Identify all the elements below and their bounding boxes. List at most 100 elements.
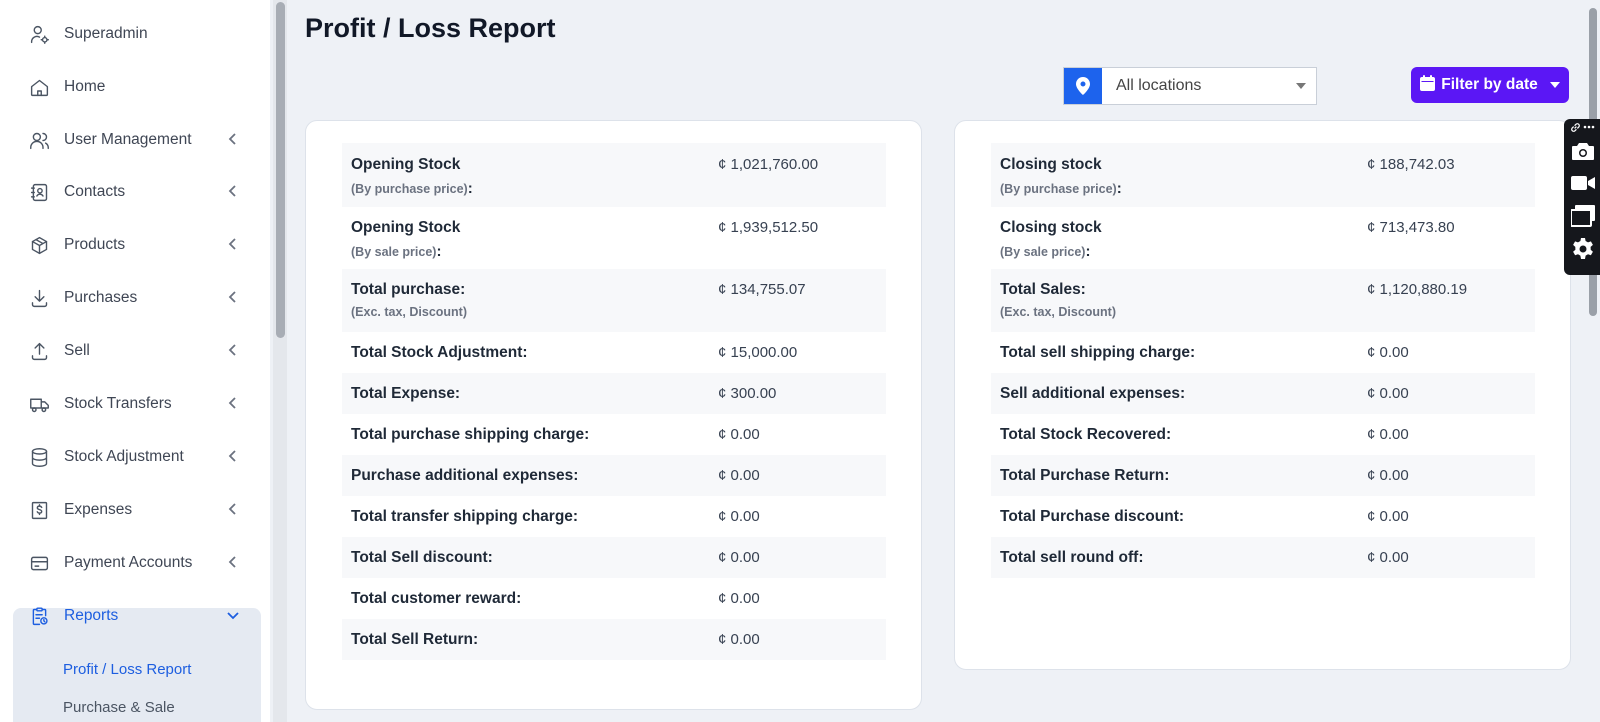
floating-toolbar: [1564, 119, 1600, 275]
link-icon[interactable]: [1568, 121, 1582, 133]
row-label: Total purchase shipping charge:: [351, 426, 590, 443]
sidebar-item-label: Purchases: [64, 289, 138, 306]
home-icon: [28, 76, 50, 98]
row-value: ¢ 0.00: [718, 426, 760, 443]
row-value: ¢ 0.00: [1367, 549, 1409, 566]
users-icon: [28, 129, 50, 151]
table-row: Total Expense: ¢ 300.00: [342, 373, 886, 414]
sidebar-item-expenses[interactable]: Expenses: [14, 490, 260, 530]
table-row: Total Sell discount: ¢ 0.00: [342, 537, 886, 578]
row-value: ¢ 0.00: [718, 590, 760, 607]
chevron-down-icon: [226, 608, 240, 622]
row-value: ¢ 300.00: [718, 385, 777, 402]
sidebar-item-label: Products: [64, 236, 126, 253]
sidebar-scrollbar-thumb[interactable]: [276, 2, 285, 338]
table-row: Total transfer shipping charge: ¢ 0.00: [342, 496, 886, 537]
windows-icon[interactable]: [1571, 204, 1595, 228]
gear-icon[interactable]: [1571, 237, 1595, 261]
row-sublabel: (Exc. tax, Discount): [351, 305, 467, 319]
chevron-left-icon: [226, 502, 240, 516]
chevron-left-icon: [226, 132, 240, 146]
table-row: Total purchase: (Exc. tax, Discount) ¢ 1…: [342, 269, 886, 332]
row-sublabel: (By purchase price):: [1000, 180, 1122, 197]
page-title: Profit / Loss Report: [305, 13, 556, 43]
credit-card-icon: [28, 552, 50, 574]
clipboard-report-icon: [28, 605, 50, 627]
filter-by-date-label: Filter by date: [1441, 76, 1538, 93]
table-row: Opening Stock (By sale price): ¢ 1,939,5…: [342, 207, 886, 269]
sidebar-item-products[interactable]: Products: [14, 225, 260, 265]
sidebar-item-label: Home: [64, 78, 106, 95]
chevron-left-icon: [226, 237, 240, 251]
row-value: ¢ 1,120,880.19: [1367, 281, 1468, 298]
sidebar-item-contacts[interactable]: Contacts: [14, 172, 260, 212]
sidebar-item-purchases[interactable]: Purchases: [14, 278, 260, 318]
sidebar-item-home[interactable]: Home: [14, 67, 260, 107]
map-pin-icon: [1064, 68, 1102, 104]
sidebar-subitem-profit-loss[interactable]: Profit / Loss Report: [63, 661, 191, 678]
chevron-left-icon: [226, 555, 240, 569]
row-value: ¢ 0.00: [1367, 508, 1409, 525]
table-row: Total purchase shipping charge: ¢ 0.00: [342, 414, 886, 455]
table-row: Purchase additional expenses: ¢ 0.00: [342, 455, 886, 496]
sidebar-item-user-management[interactable]: User Management: [14, 120, 260, 160]
box-icon: [28, 234, 50, 256]
sidebar-item-reports[interactable]: Reports: [14, 596, 260, 636]
sidebar-item-label: Superadmin: [64, 25, 148, 42]
row-label: Purchase additional expenses:: [351, 467, 579, 484]
sidebar-item-stock-adjustment[interactable]: Stock Adjustment: [14, 437, 260, 477]
video-icon[interactable]: [1571, 171, 1595, 195]
row-sublabel: (By sale price):: [1000, 243, 1091, 260]
row-label: Total Sell Return:: [351, 631, 479, 648]
row-label: Total Sell discount:: [351, 549, 493, 566]
chevron-left-icon: [226, 184, 240, 198]
more-icon[interactable]: [1582, 121, 1596, 133]
sidebar-subitem-purchase-sale[interactable]: Purchase & Sale: [63, 699, 175, 716]
location-select[interactable]: All locations: [1063, 67, 1317, 105]
table-row: Total sell shipping charge: ¢ 0.00: [991, 332, 1535, 373]
row-value: ¢ 0.00: [718, 508, 760, 525]
row-value: ¢ 1,021,760.00: [718, 156, 819, 173]
sidebar-item-payment-accounts[interactable]: Payment Accounts: [14, 543, 260, 583]
sidebar-item-label: Stock Adjustment: [64, 448, 184, 465]
row-label: Total Purchase discount:: [1000, 508, 1185, 525]
sidebar-item-superadmin[interactable]: Superadmin: [14, 14, 260, 54]
table-row: Total customer reward: ¢ 0.00: [342, 578, 886, 619]
table-row: Total Stock Adjustment: ¢ 15,000.00: [342, 332, 886, 373]
table-row: Closing stock (By sale price): ¢ 713,473…: [991, 207, 1535, 269]
sidebar-item-sell[interactable]: Sell: [14, 331, 260, 371]
row-sublabel: (By sale price):: [351, 243, 442, 260]
sidebar-item-stock-transfers[interactable]: Stock Transfers: [14, 384, 260, 424]
truck-icon: [28, 393, 50, 415]
chevron-left-icon: [226, 290, 240, 304]
table-row: Total Purchase Return: ¢ 0.00: [991, 455, 1535, 496]
filter-by-date-button[interactable]: Filter by date: [1411, 67, 1569, 103]
chevron-left-icon: [226, 343, 240, 357]
row-label: Total sell shipping charge:: [1000, 344, 1196, 361]
table-row: Total Purchase discount: ¢ 0.00: [991, 496, 1535, 537]
table-row: Total Sales: (Exc. tax, Discount) ¢ 1,12…: [991, 269, 1535, 332]
row-label: Sell additional expenses:: [1000, 385, 1186, 402]
row-sublabel: (Exc. tax, Discount): [1000, 305, 1116, 319]
row-label: Total transfer shipping charge:: [351, 508, 579, 525]
row-label: Opening Stock: [351, 156, 461, 173]
row-value: ¢ 188,742.03: [1367, 156, 1455, 173]
sidebar-item-label: Stock Transfers: [64, 395, 172, 412]
profit-loss-card-left: Opening Stock (By purchase price): ¢ 1,0…: [305, 120, 922, 710]
user-gear-icon: [28, 23, 50, 45]
database-icon: [28, 446, 50, 468]
row-value: ¢ 0.00: [718, 467, 760, 484]
upload-icon: [28, 340, 50, 362]
row-value: ¢ 0.00: [718, 631, 760, 648]
camera-icon[interactable]: [1571, 139, 1595, 163]
row-label: Total customer reward:: [351, 590, 522, 607]
row-value: ¢ 0.00: [1367, 344, 1409, 361]
right-report-table: Closing stock (By purchase price): ¢ 188…: [991, 143, 1535, 578]
calendar-icon: [1420, 74, 1436, 96]
row-label: Total Sales:: [1000, 281, 1086, 298]
sidebar-item-label: Contacts: [64, 183, 126, 200]
table-row: Opening Stock (By purchase price): ¢ 1,0…: [342, 143, 886, 207]
profit-loss-card-right: Closing stock (By purchase price): ¢ 188…: [954, 120, 1571, 670]
chevron-left-icon: [226, 449, 240, 463]
sidebar-item-label: Expenses: [64, 501, 133, 518]
